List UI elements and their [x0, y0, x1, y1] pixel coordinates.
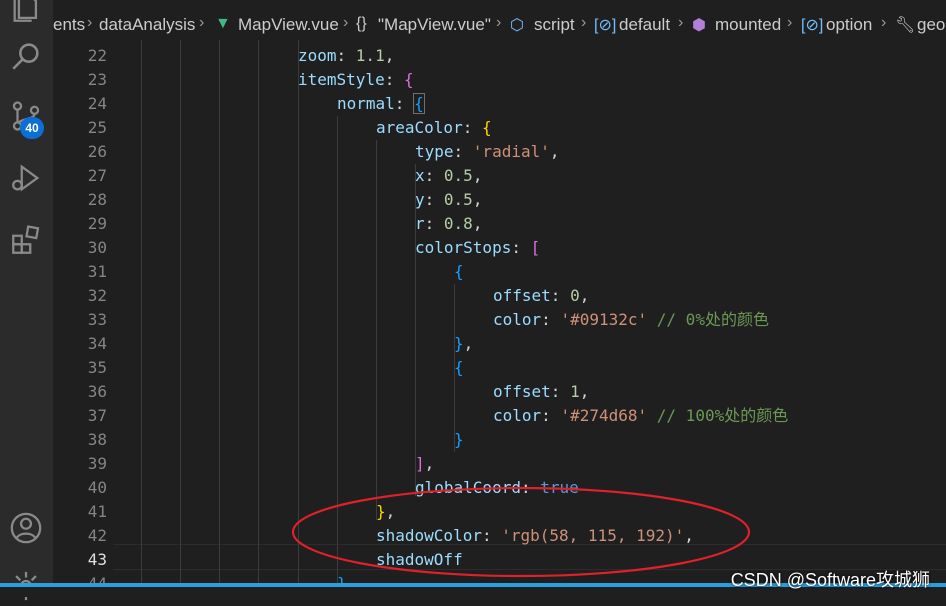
line-number: 41	[87, 502, 107, 521]
breadcrumb: ents › dataAnalysis › ▼ MapView.vue › {}…	[53, 12, 946, 38]
code-line: itemStyle: {	[298, 70, 414, 89]
code-line: zoom: 1.1,	[298, 46, 395, 65]
chevron-right-icon: ›	[199, 14, 205, 31]
line-number: 28	[87, 190, 107, 209]
search-icon[interactable]	[6, 36, 46, 76]
line-number-active: 43	[87, 550, 107, 569]
breadcrumb-item[interactable]: option	[826, 15, 872, 35]
indent-guide	[219, 40, 220, 597]
line-number: 29	[87, 214, 107, 233]
code-line: x: 0.5,	[415, 166, 483, 185]
chevron-right-icon: ›	[678, 14, 684, 31]
line-number: 25	[87, 118, 107, 137]
indent-guide	[180, 40, 181, 597]
line-number: 38	[87, 430, 107, 449]
braces-icon: {}	[356, 15, 367, 32]
code-line: },	[454, 334, 474, 353]
line-number: 32	[87, 286, 107, 305]
line-number: 27	[87, 166, 107, 185]
vue-icon: ▼	[215, 15, 231, 32]
line-number: 23	[87, 70, 107, 89]
chevron-right-icon: ›	[881, 14, 887, 31]
symbol-icon: [⊘]	[801, 17, 824, 34]
chevron-right-icon: ›	[496, 14, 502, 31]
code-line: colorStops: [	[415, 238, 541, 257]
symbol-icon: [⊘]	[594, 17, 617, 34]
breadcrumb-item[interactable]: mounted	[715, 15, 781, 35]
line-number: 31	[87, 262, 107, 281]
code-line: offset: 0,	[493, 286, 590, 305]
code-line: }	[454, 430, 464, 449]
breadcrumb-item[interactable]: "MapView.vue"	[378, 15, 491, 35]
breadcrumb-item[interactable]: dataAnalysis	[99, 15, 195, 35]
code-line: offset: 1,	[493, 382, 590, 401]
line-number: 39	[87, 454, 107, 473]
files-icon[interactable]	[6, 0, 46, 28]
chevron-right-icon: ›	[787, 14, 793, 31]
code-line: y: 0.5,	[415, 190, 483, 209]
line-number: 34	[87, 334, 107, 353]
line-number: 42	[87, 526, 107, 545]
extensions-icon[interactable]	[6, 220, 46, 260]
chevron-right-icon: ›	[87, 14, 93, 31]
line-number: 36	[87, 382, 107, 401]
code-line: type: 'radial',	[415, 142, 560, 161]
line-number: 24	[87, 94, 107, 113]
line-number: 26	[87, 142, 107, 161]
chevron-right-icon: ›	[343, 14, 349, 31]
breadcrumb-item[interactable]: ents	[53, 15, 85, 35]
line-number: 30	[87, 238, 107, 257]
line-number: 33	[87, 310, 107, 329]
code-line: {	[454, 358, 464, 377]
code-line: color: '#09132c' // 0%处的颜色	[493, 310, 769, 329]
indent-guide	[141, 40, 142, 597]
code-line: color: '#274d68' // 100%处的颜色	[493, 406, 789, 425]
cube-icon: ⬢	[692, 17, 706, 34]
script-icon: ⬡	[510, 17, 524, 34]
activity-bar: 40	[0, 0, 53, 601]
line-number: 40	[87, 478, 107, 497]
breadcrumb-item[interactable]: script	[534, 15, 575, 35]
breadcrumb-item[interactable]: MapView.vue	[238, 15, 339, 35]
line-number: 37	[87, 406, 107, 425]
scm-badge: 40	[20, 117, 44, 139]
indent-guide	[376, 140, 377, 520]
code-line: areaColor: {	[376, 118, 492, 137]
chevron-right-icon: ›	[581, 14, 587, 31]
code-line: r: 0.8,	[415, 214, 483, 233]
wrench-icon: 🔧︎	[895, 17, 916, 34]
annotation-ellipse	[291, 486, 751, 578]
run-debug-icon[interactable]	[6, 158, 46, 198]
code-line: ],	[415, 454, 435, 473]
breadcrumb-item[interactable]: geo	[917, 15, 945, 35]
line-number-gutter: 22 23 24 25 26 27 28 29 30 31 32 33 34 3…	[53, 40, 113, 597]
watermark: CSDN @Software攻城狮	[730, 570, 930, 590]
code-line: {	[454, 262, 464, 281]
account-icon[interactable]	[6, 508, 46, 548]
breadcrumb-item[interactable]: default	[619, 15, 670, 35]
code-line: normal: {	[337, 93, 425, 114]
line-number: 35	[87, 358, 107, 377]
indent-guide	[258, 40, 259, 597]
line-number: 22	[87, 46, 107, 65]
